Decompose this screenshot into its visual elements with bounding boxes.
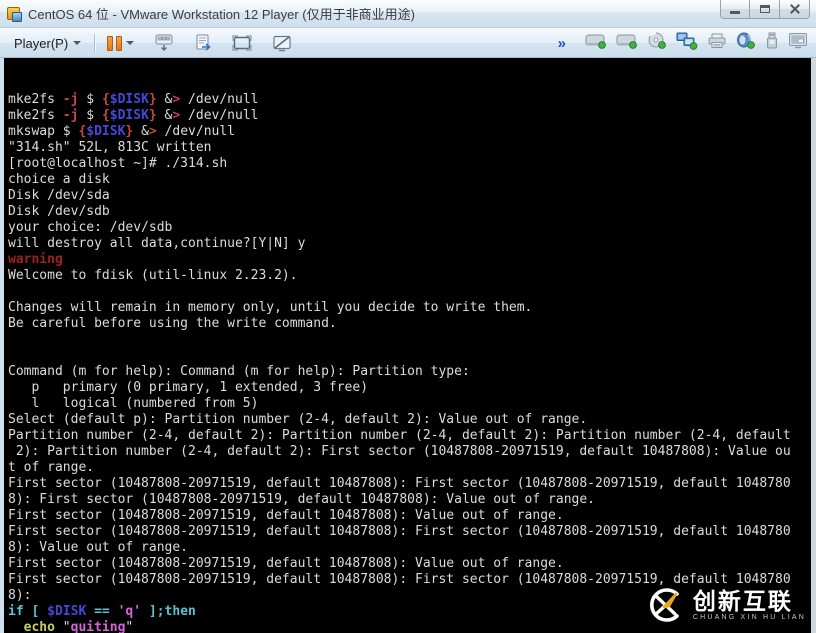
terminal-line: "314.sh" 52L, 813C written (8, 140, 212, 155)
pause-icon (107, 35, 123, 51)
terminal-line: warning (8, 252, 63, 267)
terminal-line: First sector (10487808-20971519, default… (8, 508, 564, 523)
sound-icon (737, 32, 755, 49)
terminal-line: [root@localhost ~]# ./314.sh (8, 156, 228, 171)
maximize-icon (759, 5, 770, 13)
terminal-line: Be careful before using the write comman… (8, 316, 337, 331)
terminal-line: Disk /dev/sda (8, 188, 110, 203)
terminal-line: l logical (numbered from 5) (8, 396, 259, 411)
terminal-line: choice a disk (8, 172, 110, 187)
suspend-button[interactable] (102, 31, 139, 55)
terminal-line: mkswap $ {$DISK} &> /dev/null (8, 124, 236, 139)
watermark-text: 创新互联 CHUANG XIN HU LIAN (693, 589, 806, 621)
terminal-line: your choice: /dev/sdb (8, 220, 173, 235)
usb-device-icon (767, 32, 777, 48)
network-adapter-icon (676, 32, 698, 50)
terminal-line: First sector (10487808-20971519, default… (8, 556, 564, 571)
printer-icon (708, 33, 726, 48)
terminal-line: 8): First sector (10487808-20971519, def… (8, 492, 595, 507)
chevron-down-icon (126, 41, 135, 45)
window-title: CentOS 64 位 - VMware Workstation 12 Play… (28, 7, 415, 22)
window-controls (720, 0, 810, 19)
watermark-brand: 创新互联 (692, 588, 793, 614)
terminal-line: First sector (10487808-20971519, default… (8, 524, 791, 539)
hard-disk-icon (585, 34, 606, 49)
maximize-button[interactable] (750, 0, 780, 19)
send-input-icon (196, 34, 211, 51)
terminal-line: Changes will remain in memory only, unti… (8, 300, 533, 315)
hard-disk-icon (616, 34, 637, 49)
terminal-line: Disk /dev/sdb (8, 204, 110, 219)
guest-console[interactable]: mke2fs -j $ {$DISK} &> /dev/null mke2fs -… (0, 58, 816, 633)
toolbar: Player(P) » (0, 28, 816, 58)
ctrl-alt-del-icon (155, 34, 173, 51)
watermark: 创新互联 CHUANG XIN HU LIAN (645, 585, 806, 625)
hard-disk-2-status[interactable] (616, 32, 638, 54)
minimize-button[interactable] (720, 0, 750, 19)
close-icon (789, 4, 801, 14)
player-menu-button[interactable]: Player(P) (8, 33, 87, 54)
terminal-line: mke2fs -j $ {$DISK} &> /dev/null (8, 108, 259, 123)
fullscreen-icon (232, 35, 252, 51)
cd-dvd-icon (648, 32, 666, 49)
chevron-down-icon (73, 41, 82, 45)
watermark-brand-pinyin: CHUANG XIN HU LIAN (692, 614, 806, 621)
terminal-line: p primary (0 primary, 1 extended, 3 free… (8, 380, 369, 395)
terminal-line: mke2fs -j $ {$DISK} &> /dev/null (8, 92, 259, 107)
terminal-line: 8): Value out of range. (8, 540, 189, 555)
terminal-line: First sector (10487808-20971519, default… (8, 476, 791, 491)
title-bar[interactable]: CentOS 64 位 - VMware Workstation 12 Play… (0, 0, 816, 28)
terminal-line: will destroy all data,continue?[Y|N] y (8, 236, 306, 251)
send-ctrl-alt-del-button[interactable] (149, 31, 179, 55)
terminal-line: Command (m for help): Command (m for hel… (8, 364, 470, 379)
grab-input-button[interactable] (189, 31, 217, 55)
player-menu-label: Player(P) (14, 35, 69, 51)
terminal-line: t of range. (8, 460, 95, 475)
minimize-icon (730, 10, 740, 14)
cd-dvd-status[interactable] (647, 32, 667, 54)
terminal-output: mke2fs -j $ {$DISK} &> /dev/null mke2fs -… (8, 92, 811, 633)
unity-mode-button[interactable] (267, 31, 297, 55)
vmware-player-window: CentOS 64 位 - VMware Workstation 12 Play… (0, 0, 816, 633)
printer-status[interactable] (707, 33, 727, 54)
network-adapter-status[interactable] (676, 32, 698, 55)
terminal-line: 2): Partition number (2-4, default 2): F… (8, 444, 791, 459)
hard-disk-1-status[interactable] (585, 32, 607, 54)
terminal-line: Select (default p): Partition number (2-… (8, 412, 588, 427)
terminal-line: Partition number (2-4, default 2): Parti… (8, 428, 791, 443)
sound-status[interactable] (736, 32, 756, 54)
display-icon (789, 33, 807, 49)
toolbar-separator (94, 34, 96, 52)
unity-icon (273, 35, 291, 51)
usb-device-status[interactable] (765, 32, 779, 55)
toolbar-overflow-chevron[interactable]: » (558, 35, 566, 52)
vm-window-icon (6, 6, 22, 22)
cx-logo-icon (649, 588, 679, 622)
display-status[interactable] (788, 32, 808, 54)
terminal-line: Welcome to fdisk (util-linux 2.23.2). (8, 268, 298, 283)
close-button[interactable] (780, 0, 810, 19)
fullscreen-button[interactable] (227, 31, 257, 55)
